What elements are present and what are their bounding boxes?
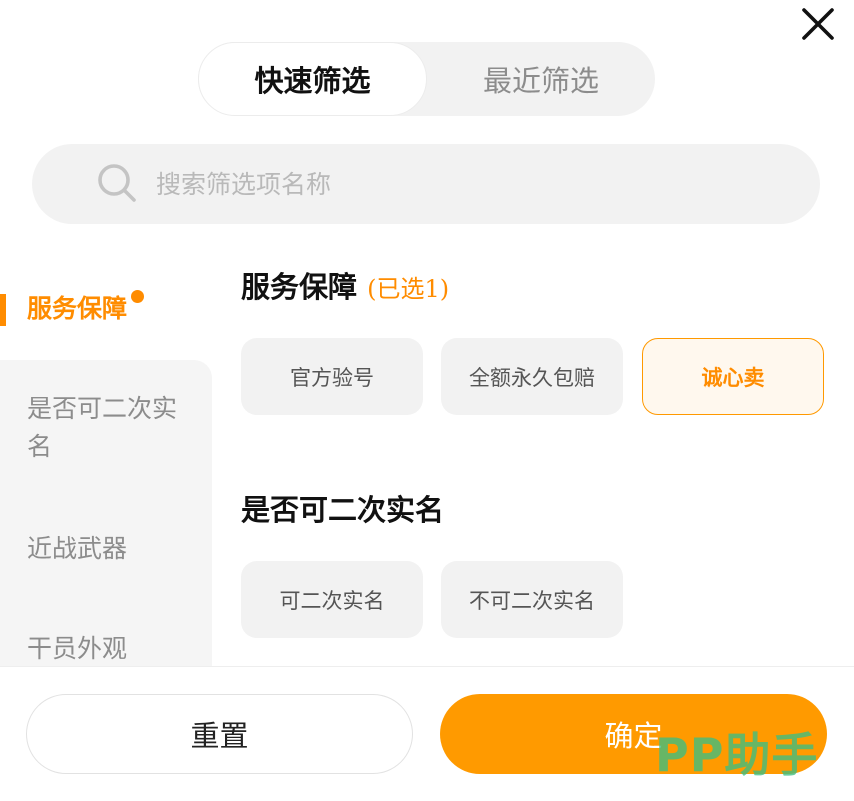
section-title-text: 是否可二次实名 [241, 493, 445, 527]
search-icon [96, 162, 138, 204]
selection-dot [131, 290, 144, 303]
section-title-service-guarantee: 服务保障 (已选1) [241, 267, 449, 309]
sidebar-item-second-realname[interactable]: 是否可二次实名 [0, 360, 212, 490]
section-title-text: 服务保障 [241, 270, 358, 304]
sidebar-item-melee-weapon[interactable]: 近战武器 [0, 490, 212, 580]
option-full-compensation[interactable]: 全额永久包赔 [441, 338, 623, 415]
reset-button[interactable]: 重置 [26, 694, 413, 774]
sidebar-item-label: 服务保障 [27, 294, 128, 323]
search-bar [32, 144, 820, 224]
footer-divider [0, 666, 854, 667]
option-sincere-sell[interactable]: 诚心卖 [642, 338, 824, 415]
search-input[interactable] [156, 164, 756, 204]
option-official-verify[interactable]: 官方验号 [241, 338, 423, 415]
option-realname-allowed[interactable]: 可二次实名 [241, 561, 423, 638]
tab-recent-filter[interactable]: 最近筛选 [427, 42, 655, 116]
filter-mode-tabs: 快速筛选 最近筛选 [198, 42, 655, 116]
category-sidebar: 服务保障 是否可二次实名 近战武器 干员外观 [0, 260, 212, 666]
tab-quick-filter[interactable]: 快速筛选 [198, 42, 427, 116]
sidebar-item-label: 近战武器 [27, 534, 128, 563]
close-button[interactable] [796, 2, 840, 46]
sidebar-item-service-guarantee[interactable]: 服务保障 [0, 260, 212, 360]
close-icon [802, 8, 834, 40]
selected-count: (已选1) [367, 275, 450, 303]
sidebar-item-label: 干员外观 [27, 634, 128, 663]
active-indicator [0, 294, 6, 326]
watermark: PP助手 [655, 728, 819, 782]
option-realname-not-allowed[interactable]: 不可二次实名 [441, 561, 623, 638]
section-title-second-realname: 是否可二次实名 [241, 490, 444, 530]
sidebar-item-operator-skin[interactable]: 干员外观 [0, 580, 212, 666]
sidebar-item-label: 是否可二次实名 [27, 394, 178, 461]
filter-panel: 快速筛选 最近筛选 服务保障 是否可二次实名 近战武器 干员外观 服务保障 [0, 0, 854, 801]
